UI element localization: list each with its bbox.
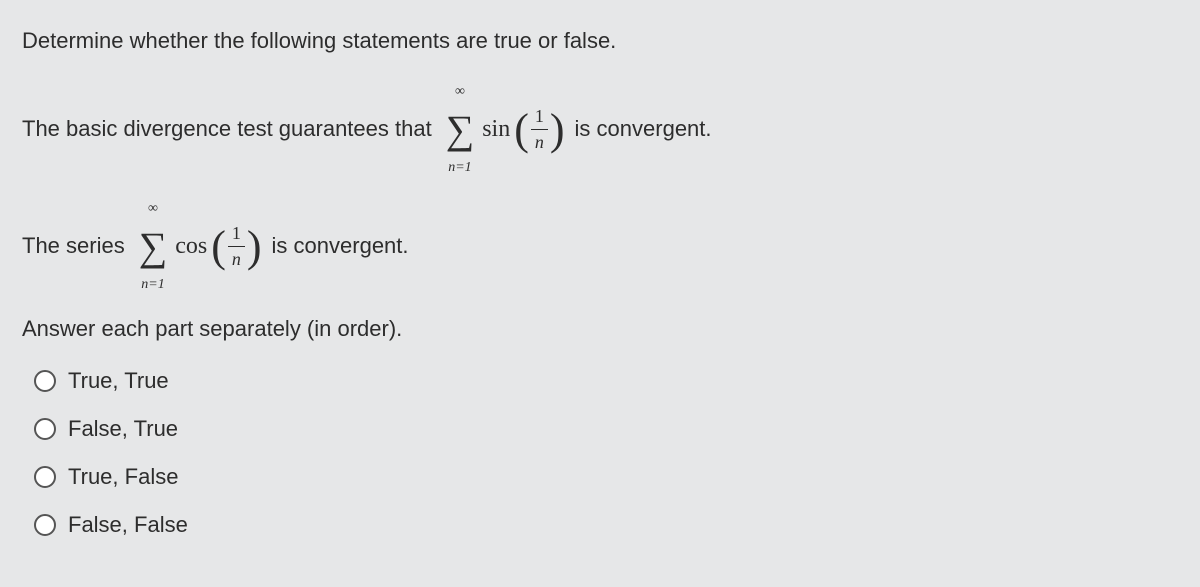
fraction-denominator: n <box>228 247 245 272</box>
right-paren-icon: ) <box>245 229 264 264</box>
fraction: 1 n <box>228 221 245 272</box>
sigma-icon: ∑ <box>446 102 475 158</box>
question-header: Determine whether the following statemen… <box>22 28 1178 54</box>
paren-group: ( 1 n ) <box>512 104 566 155</box>
sum-upper: ∞ <box>148 199 158 219</box>
statement-1-pre: The basic divergence test guarantees tha… <box>22 114 432 145</box>
statement-1: The basic divergence test guarantees tha… <box>22 82 1178 177</box>
function-name: cos <box>175 230 207 264</box>
paren-group: ( 1 n ) <box>209 221 263 272</box>
statement-2-pre: The series <box>22 231 125 262</box>
option-false-true[interactable]: False, True <box>34 416 1178 442</box>
statement-1-math: ∞ ∑ n=1 sin ( 1 n ) <box>440 82 567 177</box>
left-paren-icon: ( <box>209 229 228 264</box>
sum-lower: n=1 <box>448 158 471 178</box>
statement-2-post: is convergent. <box>272 231 409 262</box>
instruction-text: Answer each part separately (in order). <box>22 316 402 341</box>
radio-icon[interactable] <box>34 466 56 488</box>
option-true-true[interactable]: True, True <box>34 368 1178 394</box>
option-false-false[interactable]: False, False <box>34 512 1178 538</box>
sum-symbol: ∞ ∑ n=1 <box>446 82 475 177</box>
fraction-numerator: 1 <box>228 221 245 247</box>
radio-icon[interactable] <box>34 370 56 392</box>
fraction: 1 n <box>531 104 548 155</box>
statement-1-post: is convergent. <box>575 114 712 145</box>
sum-lower: n=1 <box>141 275 164 295</box>
option-label: True, True <box>68 368 169 394</box>
sigma-icon: ∑ <box>139 219 168 275</box>
sum-symbol: ∞ ∑ n=1 <box>139 199 168 294</box>
fraction-denominator: n <box>531 130 548 155</box>
fraction-numerator: 1 <box>531 104 548 130</box>
options-group: True, True False, True True, False False… <box>34 368 1178 538</box>
radio-icon[interactable] <box>34 418 56 440</box>
statement-2-math: ∞ ∑ n=1 cos ( 1 n ) <box>133 199 264 294</box>
answer-instruction: Answer each part separately (in order). <box>22 316 1178 342</box>
right-paren-icon: ) <box>548 112 567 147</box>
statement-2: The series ∞ ∑ n=1 cos ( 1 n ) is conver… <box>22 199 1178 294</box>
header-text: Determine whether the following statemen… <box>22 28 616 53</box>
option-label: False, False <box>68 512 188 538</box>
radio-icon[interactable] <box>34 514 56 536</box>
function-name: sin <box>482 113 510 147</box>
sum-upper: ∞ <box>455 82 465 102</box>
option-label: False, True <box>68 416 178 442</box>
option-true-false[interactable]: True, False <box>34 464 1178 490</box>
option-label: True, False <box>68 464 178 490</box>
left-paren-icon: ( <box>512 112 531 147</box>
